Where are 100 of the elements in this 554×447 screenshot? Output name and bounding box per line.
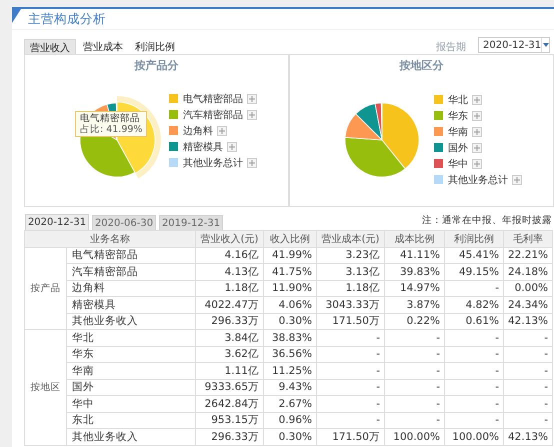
legend-label[interactable]: 其他业务总计 [183,156,243,170]
table-cell: - [316,362,384,379]
table-cell: 4.13亿 [196,264,264,280]
group-label-cell: 按地区 [24,330,66,445]
period-tab[interactable]: 2020-06-30 [92,215,156,230]
expand-button[interactable] [247,158,257,168]
table-cell: 38.83% [264,330,316,346]
table-header-cell: 营业成本(元) [316,230,384,247]
table-cell: 电气精密部品 [66,247,196,264]
table-cell: - [444,362,504,379]
legend-label[interactable]: 精密模具 [183,140,223,154]
expand-button[interactable] [512,174,522,184]
legend-label[interactable]: 华中 [448,156,468,170]
table-cell: 精密模具 [66,296,196,313]
table-cell: 其他业务收入 [66,428,196,445]
table-cell: - [384,379,444,396]
table-cell: - [504,396,552,412]
table-header-cell: 成本比例 [384,230,444,247]
table-cell: 42.13% [504,313,552,330]
table-cell: 华东 [66,346,196,362]
table-cell: 3.13亿 [316,264,384,280]
group-label-cell: 按产品 [24,247,66,330]
period-tab[interactable]: 2020-12-31 [25,214,89,230]
expand-button[interactable] [472,142,482,152]
table-cell: 4.06% [264,296,316,313]
chart-title: 按地区分 [400,58,444,73]
plus-icon [514,176,520,182]
table-cell: - [316,330,384,346]
expand-button[interactable] [227,142,237,152]
table-cell: 0.00% [504,280,552,296]
legend-label[interactable]: 电气精密部品 [183,92,243,106]
table-cell: - [384,412,444,428]
table-cell: 0.22% [384,313,444,330]
table-header-cell: 利润比例 [444,230,504,247]
table-cell: 边角料 [66,280,196,296]
expand-button[interactable] [247,110,257,120]
table-cell: - [444,379,504,396]
table-header-cell: 收入比例 [264,230,316,247]
plus-icon [474,144,480,150]
legend-label[interactable]: 华东 [448,108,468,122]
table-cell: - [444,346,504,362]
legend-label[interactable]: 国外 [448,140,468,154]
table-cell: 0.96% [264,412,316,428]
expand-button[interactable] [472,110,482,120]
plus-icon [474,128,480,134]
report-period-select[interactable]: 2020-12-31 [478,37,550,53]
table-cell: 3.87% [384,296,444,313]
period-tab[interactable]: 2019-12-31 [159,215,223,230]
legend-label[interactable]: 华北 [448,92,468,106]
tab[interactable]: 营业成本 [78,39,128,54]
table-cell: 华北 [66,330,196,346]
table-cell: 0.61% [444,313,504,330]
legend-label[interactable]: 边角料 [183,124,213,138]
tab[interactable]: 利润比例 [130,39,180,54]
table-cell: 953.15万 [196,412,264,428]
expand-button[interactable] [247,94,257,104]
legend-label[interactable]: 华南 [448,124,468,138]
table-cell: 45.41% [444,247,504,264]
table-cell: 22.21% [504,247,552,264]
table-cell: 华南 [66,362,196,379]
table-cell: 14.97% [384,280,444,296]
legend-label[interactable]: 其他业务总计 [448,172,508,186]
plus-icon [249,160,255,166]
table-cell: 296.33万 [196,313,264,330]
expand-button[interactable] [217,126,227,136]
table-cell: 3043.33万 [316,296,384,313]
table-cell: 36.56% [264,346,316,362]
chart-title: 按产品分 [134,58,178,73]
table-cell: 9333.65万 [196,379,264,396]
table-cell: 11.25% [264,362,316,379]
table-cell: 296.33万 [196,428,264,445]
section-title: 主营构成分析 [28,10,106,28]
table-cell: 国外 [66,379,196,396]
plus-icon [474,160,480,166]
table-cell: 41.11% [384,247,444,264]
table-cell: 3.62亿 [196,346,264,362]
expand-button[interactable] [472,158,482,168]
table-cell: 41.75% [264,264,316,280]
table-cell: - [504,346,552,362]
table-cell: 11.90% [264,280,316,296]
table-cell: 0.30% [264,428,316,445]
table-cell: 9.43% [264,379,316,396]
table-cell: - [384,396,444,412]
report-period-label: 报告期 [436,40,466,54]
table-cell: - [316,412,384,428]
tab[interactable]: 营业收入 [24,39,76,54]
table-cell: 100.00% [384,428,444,445]
table-cell: 2.67% [264,396,316,412]
expand-button[interactable] [472,126,482,136]
table-cell: - [504,362,552,379]
legend-label[interactable]: 汽车精密部品 [183,108,243,122]
table-cell: - [384,330,444,346]
expand-button[interactable] [472,94,482,104]
plus-icon [474,96,480,102]
table-cell: 1.18亿 [316,280,384,296]
table-cell: 汽车精密部品 [66,264,196,280]
table-cell: 171.50万 [316,428,384,445]
table-cell: 东北 [66,412,196,428]
plus-icon [474,112,480,118]
table-header-cell: 毛利率 [504,230,552,247]
